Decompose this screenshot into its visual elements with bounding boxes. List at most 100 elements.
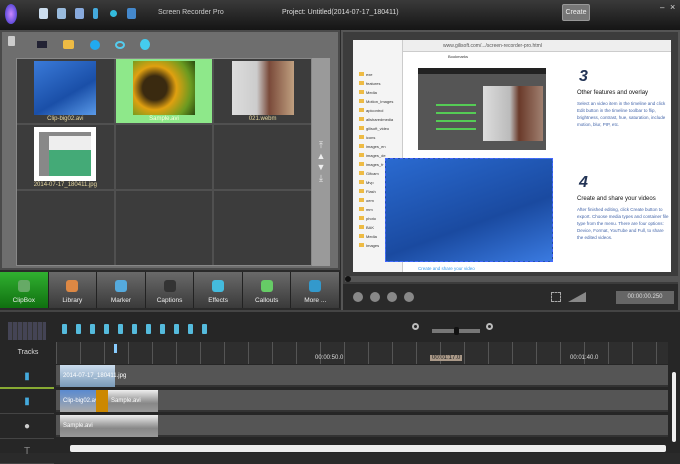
pin-icon[interactable] [188,324,193,334]
thumbnail [132,61,195,115]
info-icon[interactable] [110,10,117,17]
media-item[interactable]: 2014-07-17_180411.jpg [17,125,114,189]
media-item[interactable]: Sample.avi [115,59,213,123]
zoom-in-icon[interactable] [486,323,493,330]
toolbar-button-more[interactable]: More ... [291,272,341,308]
minimize-button[interactable]: – [660,3,664,12]
download-icon[interactable] [140,39,150,50]
folder-icon [359,225,364,229]
tree-item-label: photo [366,216,377,221]
scroll-down-button[interactable]: ▼ [317,162,326,173]
tree-item[interactable]: Media [353,90,402,99]
folder-icon [359,99,364,103]
fullscreen-icon[interactable] [551,292,561,302]
redo-icon[interactable] [174,324,179,334]
scroll-top-button[interactable]: ⤒ [319,140,323,151]
scroll-up-button[interactable]: ▲ [317,151,326,162]
play-icon[interactable] [353,292,363,302]
timeline-clip[interactable]: Clip-big02.avi [60,390,99,412]
import-folder-icon[interactable] [63,40,74,49]
prev-frame-icon[interactable] [387,292,397,302]
person-image [483,86,543,141]
step3-text: Select an video item in the timeline and… [577,101,666,127]
callouts-icon [260,280,273,292]
horizontal-scrollbar[interactable] [70,445,666,452]
new-project-icon[interactable] [39,8,48,19]
grid-view-icon[interactable] [8,322,46,340]
stop-icon[interactable] [370,292,380,302]
help-icon[interactable] [93,8,98,19]
zoom-slider[interactable] [432,327,480,335]
edit-icon[interactable] [118,324,123,334]
toolbar-button-effects[interactable]: Effects [194,272,243,308]
toolbar-button-marker[interactable]: Marker [97,272,146,308]
undo-icon[interactable] [160,324,165,334]
paste-icon[interactable] [90,324,95,334]
timeline-clip[interactable]: Sample.avi [60,415,158,437]
next-frame-icon[interactable] [404,292,414,302]
app-name: Screen Recorder Pro [158,9,224,16]
vertical-scrollbar[interactable] [672,372,676,442]
playback-controls: 00:00:00.250 [343,284,678,310]
tree-item-label: oem [366,198,374,203]
text-track-header[interactable]: T [0,440,54,464]
media-item[interactable]: 021.webm [214,59,311,123]
marker-icon[interactable] [132,324,137,334]
save-as-icon[interactable] [75,8,84,19]
title-bar: Screen Recorder Pro Project: Untitled(20… [0,0,680,30]
tree-item[interactable]: apicontrol [353,108,402,117]
timeline-tools [62,324,207,334]
tree-item[interactable]: exe [353,72,402,81]
close-button[interactable]: × [670,2,675,12]
register-icon[interactable] [127,8,136,19]
library-scroll-controls: ⤒ ▲ ▼ ⤓ [312,58,330,266]
folder-icon [359,207,364,211]
seek-bar[interactable] [345,276,678,282]
create-button[interactable]: Create [562,4,590,21]
tree-item-label: Media [366,90,377,95]
timeline-clip[interactable]: Sample.avi [96,390,158,412]
tree-item[interactable]: gilisoft_video [353,126,402,135]
toolbar-button-library[interactable]: Library [48,272,98,308]
tree-item[interactable]: icons [353,135,402,144]
tree-item[interactable]: allsharedmedia [353,117,402,126]
function-toolbar: ClipBox Library Marker Captions Effects Callo… [0,272,341,308]
step4-title: Create and share your videos [577,196,656,202]
tree-item[interactable]: Motion_Images [353,99,402,108]
empty-cell [17,191,114,265]
playhead-marker[interactable] [114,344,117,353]
toolbar-button-captions[interactable]: Captions [145,272,195,308]
tree-item[interactable]: features [353,81,402,90]
timeline-clip[interactable]: 2014-07-17_180411.jpg [60,365,126,387]
volume-icon[interactable] [568,292,586,302]
save-icon[interactable] [57,8,66,19]
video-overlay [385,158,553,262]
scroll-bottom-button[interactable]: ⤓ [319,173,323,184]
image-track-header[interactable]: ▮ [0,365,54,389]
share-link[interactable]: Create and share your video [418,266,475,271]
step4-text: After finished editing, click Create but… [577,207,669,240]
toolbar-button-clipbox[interactable]: ClipBox [0,272,49,308]
view-icon[interactable] [115,41,125,49]
project-title: Project: Untitled(2014-07-17_180411) [282,9,399,16]
record-video-icon[interactable] [37,41,47,48]
check-icon[interactable] [90,40,100,50]
folder-icon [359,144,364,148]
video-track-header[interactable]: ▮ [0,390,54,414]
export-icon[interactable] [202,324,207,334]
slider-bars [436,104,476,106]
captions-icon [163,280,176,292]
toolbar-button-callouts[interactable]: Callouts [242,272,292,308]
app-logo-icon [5,4,17,24]
media-item[interactable]: Clip-big02.avi [17,59,114,123]
panel-menu-icon[interactable] [8,36,15,46]
split-icon[interactable] [62,324,67,334]
folder-icon [359,162,364,166]
copy-icon[interactable] [76,324,81,334]
tree-item-label: icons [366,135,376,140]
duplicate-icon[interactable] [104,324,109,334]
tree-item[interactable]: images_en [353,144,402,153]
marker-end-icon[interactable] [146,324,151,334]
audio-track-header[interactable]: ● [0,415,54,439]
zoom-out-icon[interactable] [412,323,419,330]
